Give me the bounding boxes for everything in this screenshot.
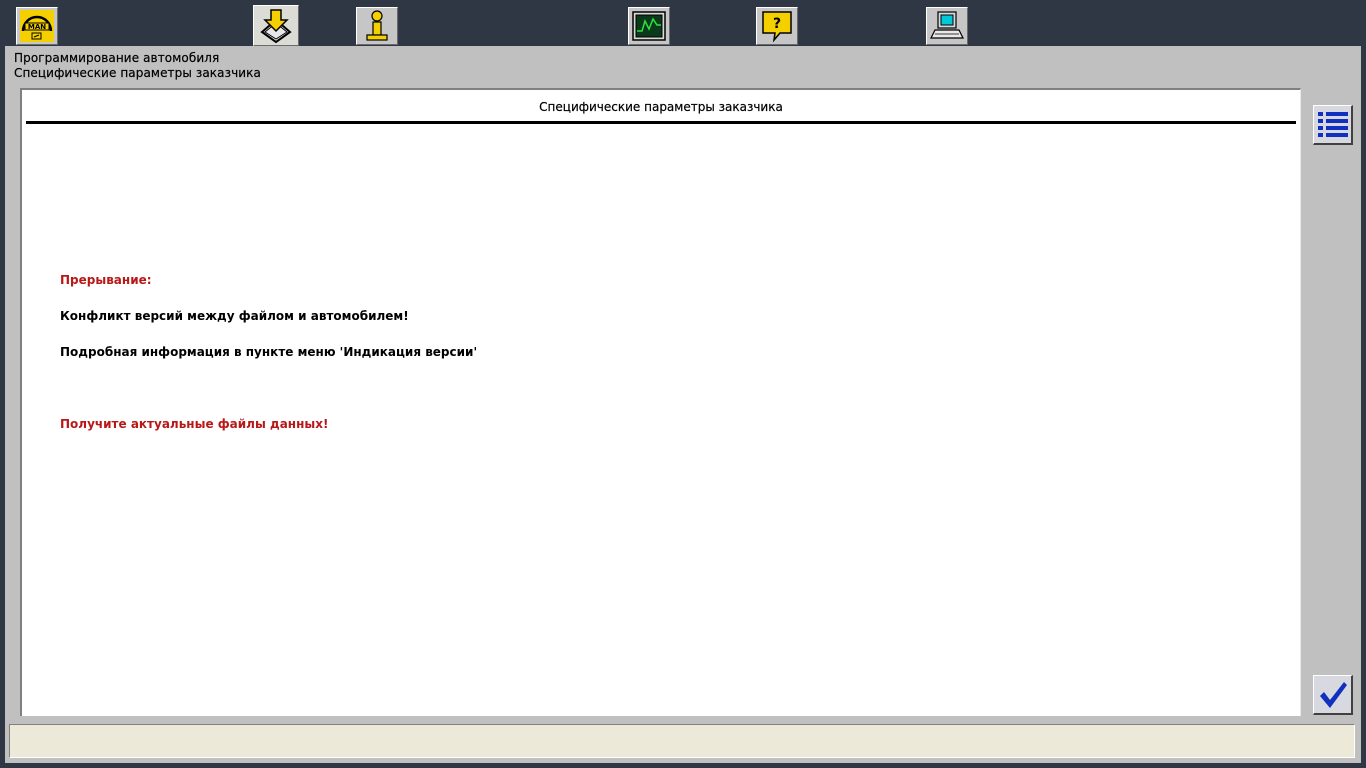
info-message: Подробная информация в пункте меню 'Инди… (60, 345, 478, 359)
action-message: Получите актуальные файлы данных! (60, 417, 329, 431)
status-field (9, 724, 1355, 758)
main-panel: Программирование автомобиля Специфически… (5, 46, 1361, 716)
download-programming-icon (260, 8, 292, 43)
system-button[interactable] (926, 7, 968, 45)
application-window: MAN ? Программирование автомобиля Специф… (0, 0, 1366, 768)
measurement-button[interactable] (628, 7, 670, 45)
oscilloscope-icon (632, 11, 666, 41)
title-divider (26, 121, 1296, 124)
computer-terminal-icon (930, 11, 964, 39)
toolbar: MAN ? (0, 0, 1366, 46)
info-button[interactable] (356, 7, 398, 45)
checkmark-icon (1319, 681, 1347, 708)
programming-tab-button[interactable] (253, 5, 299, 46)
svg-text:?: ? (773, 16, 781, 32)
list-button[interactable] (1313, 105, 1353, 145)
list-icon (1317, 111, 1348, 137)
breadcrumb-line-2: Специфические параметры заказчика (14, 66, 261, 80)
content-title: Специфические параметры заказчика (539, 100, 783, 114)
man-logo-button[interactable]: MAN (16, 7, 58, 45)
svg-text:MAN: MAN (28, 23, 46, 31)
confirm-button[interactable] (1313, 675, 1353, 715)
interrupt-label: Прерывание: (60, 273, 152, 287)
content-area: Специфические параметры заказчика Прерыв… (20, 88, 1301, 716)
help-button[interactable]: ? (756, 7, 798, 45)
help-question-icon: ? (762, 11, 792, 43)
breadcrumb: Программирование автомобиля Специфически… (14, 51, 261, 81)
conflict-message: Конфликт версий между файлом и автомобил… (60, 309, 409, 323)
man-logo-icon: MAN (20, 10, 54, 42)
info-person-icon (366, 10, 388, 41)
status-bar (5, 716, 1361, 763)
breadcrumb-line-1: Программирование автомобиля (14, 51, 220, 65)
